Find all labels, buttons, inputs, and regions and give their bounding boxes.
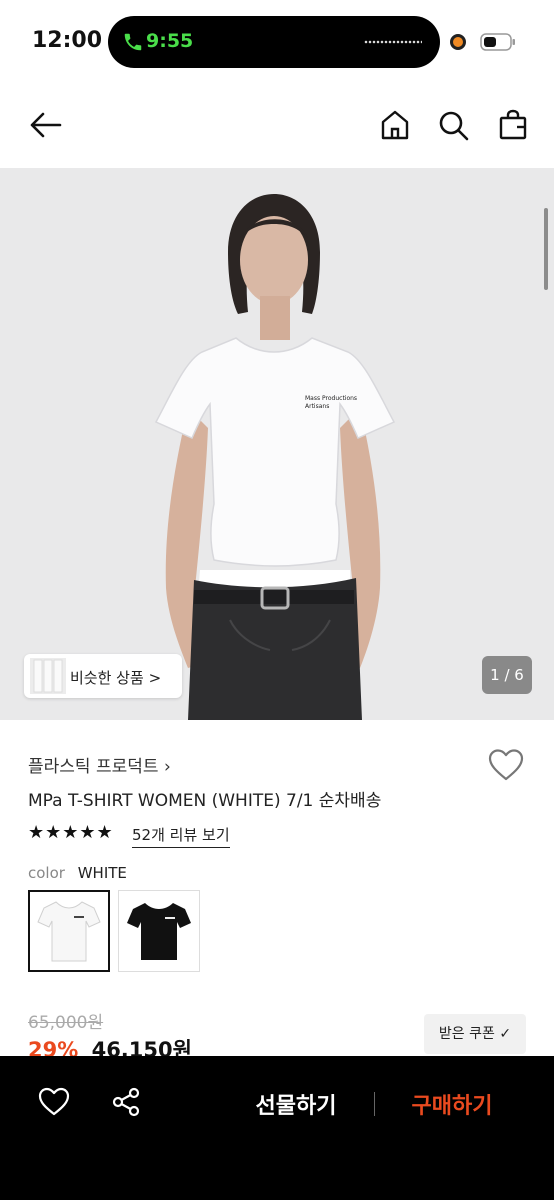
- bottom-action-bar: 선물하기 구매하기: [0, 1056, 554, 1200]
- black-tshirt-thumbnail: [119, 891, 199, 971]
- brand-name: 플라스틱 프로덕트: [28, 757, 159, 777]
- battery-icon: [480, 33, 515, 51]
- color-row: color WHITE: [28, 864, 127, 882]
- search-icon[interactable]: [436, 108, 470, 142]
- similar-products-button[interactable]: 비슷한 상품 >: [24, 654, 182, 698]
- status-time: 12:00: [32, 28, 103, 53]
- share-icon[interactable]: [110, 1086, 142, 1118]
- star-rating-icon: ★★★★★: [28, 822, 114, 843]
- color-option-black[interactable]: [118, 890, 200, 972]
- review-link[interactable]: 52개 리뷰 보기: [132, 824, 230, 848]
- brand-link[interactable]: 플라스틱 프로덕트 ›: [28, 752, 171, 777]
- white-tshirt-thumbnail: [30, 892, 108, 970]
- divider: [374, 1092, 375, 1116]
- svg-text:Mass Productions: Mass Productions: [305, 395, 357, 402]
- chevron-right-icon: >: [148, 669, 162, 687]
- back-arrow-icon[interactable]: [28, 108, 62, 142]
- dynamic-island[interactable]: 9:55: [108, 16, 440, 68]
- original-price: 65,000원: [28, 1013, 104, 1033]
- top-nav: [0, 92, 554, 162]
- wishlist-heart-icon[interactable]: [488, 748, 524, 782]
- call-duration: 9:55: [146, 30, 194, 52]
- product-photo: Mass Productions Artisans: [0, 168, 554, 720]
- color-value-label: WHITE: [77, 864, 127, 882]
- received-coupon-button[interactable]: 받은 쿠폰 ✓: [424, 1014, 526, 1054]
- heart-icon[interactable]: [38, 1086, 70, 1118]
- similar-products-label: 비슷한 상품 >: [70, 669, 162, 687]
- home-icon[interactable]: [378, 108, 412, 142]
- svg-text:Artisans: Artisans: [305, 403, 329, 410]
- product-image-gallery[interactable]: Mass Productions Artisans 비슷한 상품 > 1 / 6: [0, 168, 554, 720]
- similar-products-thumbnail: [30, 658, 66, 694]
- recording-indicator-icon: [450, 34, 466, 50]
- gift-button[interactable]: 선물하기: [236, 1088, 356, 1120]
- status-bar: 12:00 9:55: [0, 0, 554, 84]
- color-option-white[interactable]: [28, 890, 110, 972]
- chevron-right-icon: ›: [163, 757, 171, 777]
- product-title: MPa T-SHIRT WOMEN (WHITE) 7/1 순차배송: [28, 791, 382, 811]
- phone-icon: [124, 33, 142, 51]
- buy-button[interactable]: 구매하기: [392, 1088, 512, 1120]
- waveform-icon: [364, 40, 422, 44]
- scroll-indicator: [544, 208, 548, 290]
- shopping-bag-icon[interactable]: [496, 108, 530, 142]
- image-page-counter: 1 / 6: [482, 656, 532, 694]
- color-key-label: color: [28, 864, 65, 882]
